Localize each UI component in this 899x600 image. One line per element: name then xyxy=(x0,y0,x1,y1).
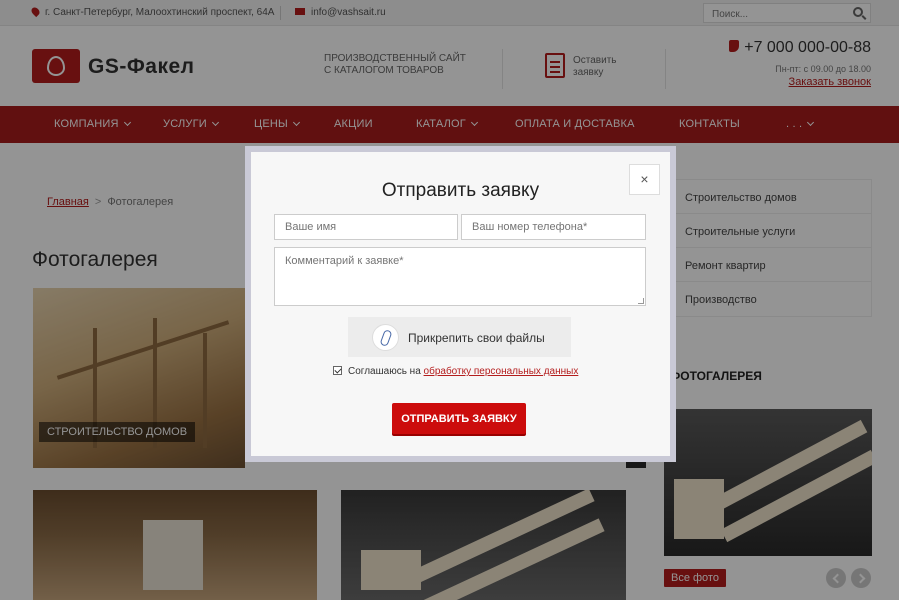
resize-handle[interactable] xyxy=(638,298,644,304)
consent-checkbox[interactable] xyxy=(333,366,342,375)
paperclip-icon xyxy=(372,324,399,351)
consent-row: Соглашаюсь на обработку персональных дан… xyxy=(333,366,578,377)
modal-frame: × Отправить заявку Прикрепить свои файлы… xyxy=(245,146,676,462)
personal-data-link[interactable]: обработку персональных данных xyxy=(424,366,579,377)
modal-title: Отправить заявку xyxy=(381,180,540,201)
request-modal: × Отправить заявку Прикрепить свои файлы… xyxy=(251,152,670,456)
submit-request-button[interactable]: Отправить заявку xyxy=(392,403,526,434)
phone-input[interactable] xyxy=(461,214,646,240)
attach-files-button[interactable]: Прикрепить свои файлы xyxy=(348,317,571,357)
name-input[interactable] xyxy=(274,214,458,240)
comment-textarea[interactable] xyxy=(274,247,646,306)
